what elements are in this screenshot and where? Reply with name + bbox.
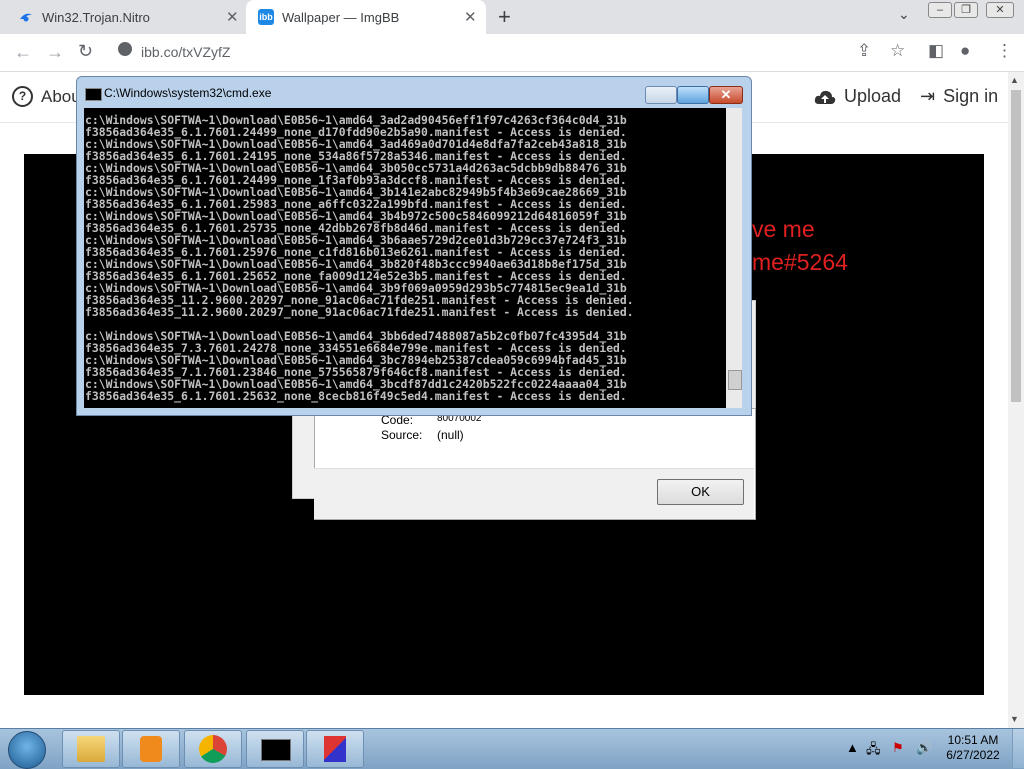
taskbar-clock[interactable]: 10:51 AM 6/27/2022 [944, 733, 1002, 763]
tab-wallpaper-imgbb[interactable]: ibb Wallpaper — ImgBB ✕ [246, 0, 486, 34]
window-minimize-button[interactable]: – [928, 2, 952, 18]
error-source-value: (null) [437, 428, 464, 442]
sign-in-link[interactable]: ⇥ Sign in [920, 86, 998, 107]
sign-in-label: Sign in [943, 86, 999, 106]
scroll-up-arrow-icon[interactable]: ▲ [1010, 75, 1019, 85]
tab-close-icon[interactable]: ✕ [226, 8, 239, 26]
clock-date: 6/27/2022 [946, 748, 1000, 762]
page-scrollbar-thumb[interactable] [1011, 90, 1021, 402]
lock-icon[interactable] [118, 42, 132, 56]
cmd-close-button[interactable]: ✕ [709, 86, 743, 104]
address-bar[interactable]: ibb.co/txVZyfZ [141, 44, 230, 60]
show-desktop-button[interactable] [1012, 729, 1024, 768]
help-circle-icon: ? [12, 86, 33, 107]
wallpaper-red-text-line1: ve me [752, 216, 815, 242]
cmd-window-icon [85, 88, 102, 101]
media-player-icon [140, 736, 162, 762]
tab-title: Win32.Trojan.Nitro [42, 9, 150, 25]
cmd-scrollbar[interactable] [726, 108, 742, 408]
upload-label: Upload [844, 86, 902, 106]
side-panel-icon[interactable]: ◧ [928, 41, 944, 61]
profile-avatar-icon[interactable]: ● [960, 41, 970, 61]
tray-volume-icon[interactable]: 🔊 [916, 740, 932, 756]
cmd-output-line: f3856ad364e35_6.1.7601.25632_none_8cecb8… [85, 389, 627, 403]
cmd-minimize-button[interactable] [645, 86, 677, 104]
upload-link[interactable]: Upload [814, 86, 901, 107]
cmd-window-title: C:\Windows\system32\cmd.exe [104, 86, 272, 100]
bookmark-star-icon[interactable]: ☆ [890, 41, 905, 61]
forward-arrow-icon[interactable]: → [46, 42, 64, 63]
taskbar-media-player-button[interactable] [122, 730, 180, 768]
app-cube-icon [324, 736, 346, 762]
scroll-down-arrow-icon[interactable]: ▼ [1010, 714, 1019, 724]
taskbar-explorer-button[interactable] [62, 730, 120, 768]
tab-close-icon[interactable]: ✕ [464, 8, 477, 26]
new-tab-button[interactable]: + [498, 4, 511, 30]
cmd-icon [261, 739, 291, 761]
cmd-maximize-button[interactable] [677, 86, 709, 104]
tray-show-hidden-icon[interactable]: ▲ [846, 740, 859, 755]
sign-in-icon: ⇥ [920, 86, 936, 106]
reload-icon[interactable]: ↻ [78, 41, 93, 62]
wallpaper-red-text-line2: me#5264 [752, 249, 848, 275]
cmd-console-output[interactable]: c:\Windows\SOFTWA~1\Download\E0B56~1\amd… [84, 108, 726, 408]
tab-win32-trojan-nitro[interactable]: Win32.Trojan.Nitro ✕ [0, 0, 245, 34]
chrome-icon [199, 735, 227, 763]
tray-action-center-icon[interactable]: ⚑ [892, 740, 904, 756]
back-arrow-icon[interactable]: ← [14, 42, 32, 63]
taskbar-app-button[interactable] [306, 730, 364, 768]
menu-kebab-icon[interactable]: ⋮ [996, 41, 1013, 61]
error-source-label: Source: [381, 428, 423, 442]
tab-search-chevron-icon[interactable]: ⌄ [898, 6, 910, 23]
cmd-output-line: f3856ad364e35_11.2.9600.20297_none_91ac0… [85, 305, 634, 319]
tab-title: Wallpaper — ImgBB [282, 9, 400, 25]
ok-button[interactable]: OK [657, 479, 744, 505]
imgbb-favicon-icon: ibb [258, 9, 274, 25]
cmd-scrollbar-thumb[interactable] [728, 370, 742, 390]
taskbar-cmd-button[interactable] [246, 730, 304, 768]
about-link[interactable]: ? About [12, 86, 85, 107]
taskbar-chrome-button[interactable] [184, 730, 242, 768]
tab-favicon-icon [18, 9, 34, 25]
start-button-windows-icon[interactable] [8, 731, 46, 769]
cloud-upload-icon [814, 90, 836, 104]
window-restore-button[interactable]: ❐ [954, 2, 978, 18]
share-icon[interactable]: ⇪ [857, 41, 871, 61]
tray-network-icon[interactable]: 🖧 [866, 740, 881, 762]
folder-icon [77, 736, 105, 762]
window-close-button[interactable]: ✕ [986, 2, 1014, 18]
clock-time: 10:51 AM [947, 733, 999, 747]
